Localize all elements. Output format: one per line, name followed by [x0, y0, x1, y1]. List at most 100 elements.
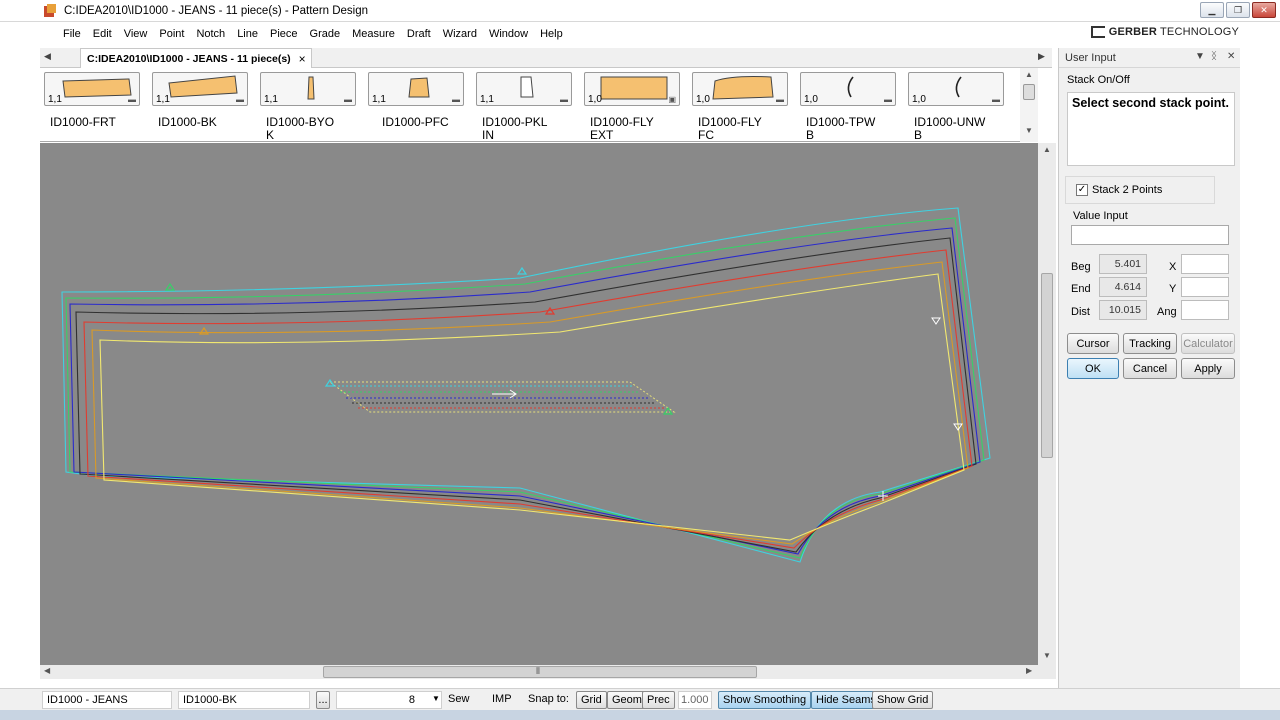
calculator-button[interactable]: Calculator [1181, 333, 1235, 354]
piece-thumbnail[interactable]: 1,1 ▬ [44, 72, 140, 106]
piece-menu-icon[interactable]: ▣ [668, 95, 676, 104]
piece-item[interactable]: 1,0 ▬ ID1000-FLY FC [692, 72, 788, 142]
sew-label[interactable]: Sew [448, 693, 469, 705]
apply-button[interactable]: Apply [1181, 358, 1235, 379]
menu-notch[interactable]: Notch [190, 28, 231, 40]
stack-checkbox[interactable]: ✓ [1076, 184, 1088, 196]
menu-point[interactable]: Point [153, 28, 190, 40]
scroll-down-icon[interactable]: ▼ [1043, 651, 1051, 660]
cancel-button[interactable]: Cancel [1123, 358, 1177, 379]
canvas-vertical-scrollbar[interactable]: ▲ ▼ [1038, 143, 1056, 665]
y-field[interactable] [1181, 277, 1229, 297]
value-input-field[interactable] [1071, 225, 1229, 245]
function-name: Stack On/Off [1067, 74, 1130, 86]
document-tab-strip: ◀ C:IDEA2010\ID1000 - JEANS - 11 piece(s… [40, 48, 1052, 68]
piece-thumbnail[interactable]: 1,1 ▬ [476, 72, 572, 106]
menu-view[interactable]: View [118, 28, 154, 40]
show-grid-button[interactable]: Show Grid [872, 691, 934, 709]
tab-scroll-right-icon[interactable]: ▶ [1038, 51, 1045, 62]
ok-button[interactable]: OK [1067, 358, 1119, 379]
menu-piece[interactable]: Piece [264, 28, 304, 40]
scroll-up-icon[interactable]: ▲ [1025, 70, 1033, 79]
menu-draft[interactable]: Draft [401, 28, 437, 40]
menu-line[interactable]: Line [231, 28, 264, 40]
piece-thumbnail[interactable]: 1,1 ▬ [260, 72, 356, 106]
menu-wizard[interactable]: Wizard [437, 28, 483, 40]
piece-count: 1,1 [48, 94, 62, 105]
browse-button[interactable]: ... [316, 691, 330, 709]
piece-label: ID1000-FLY EXT [590, 115, 654, 142]
piece-menu-icon[interactable]: ▬ [344, 95, 352, 104]
graded-pattern-drawing[interactable] [40, 143, 1038, 665]
stack-option[interactable]: ✓ Stack 2 Points [1065, 176, 1215, 204]
snap-prec-button[interactable]: Prec [642, 691, 675, 709]
piece-thumbnail[interactable]: 1,0 ▬ [800, 72, 896, 106]
menu-edit[interactable]: Edit [87, 28, 118, 40]
units-label[interactable]: IMP [492, 693, 512, 705]
piece-menu-icon[interactable]: ▬ [128, 95, 136, 104]
palette-scroll-thumb[interactable] [1023, 84, 1035, 100]
x-field[interactable] [1181, 254, 1229, 274]
menu-window[interactable]: Window [483, 28, 534, 40]
piece-menu-icon[interactable]: ▬ [236, 95, 244, 104]
scroll-left-icon[interactable]: ◀ [44, 666, 50, 675]
show-smoothing-button[interactable]: Show Smoothing [718, 691, 812, 709]
piece-menu-icon[interactable]: ▬ [560, 95, 568, 104]
menu-grade[interactable]: Grade [304, 28, 347, 40]
minimize-icon[interactable]: ▁ [1200, 2, 1224, 18]
piece-menu-icon[interactable]: ▬ [884, 95, 892, 104]
prompt-box: Select second stack point. [1067, 92, 1235, 166]
tracking-button[interactable]: Tracking [1123, 333, 1177, 354]
scroll-down-icon[interactable]: ▼ [1025, 126, 1033, 135]
canvas-vscroll-thumb[interactable] [1041, 273, 1053, 458]
piece-thumbnail[interactable]: 1,1 ▬ [368, 72, 464, 106]
menu-help[interactable]: Help [534, 28, 569, 40]
scroll-right-icon[interactable]: ▶ [1026, 666, 1032, 675]
snap-geom-button[interactable]: Geom [607, 691, 647, 709]
document-tab[interactable]: C:IDEA2010\ID1000 - JEANS - 11 piece(s) … [80, 48, 312, 68]
piece-thumbnail[interactable]: 1,0 ▬ [692, 72, 788, 106]
piece-item[interactable]: 1,0 ▬ ID1000-TPW B [800, 72, 896, 142]
canvas-hscroll-thumb[interactable]: ⦀ [323, 666, 757, 678]
panel-close-icon[interactable]: ✕ [1227, 51, 1235, 62]
precision-value[interactable]: 1.000 [678, 691, 712, 709]
piece-item[interactable]: 1,1 ▬ ID1000-BK [152, 72, 248, 138]
hide-seams-button[interactable]: Hide Seams [811, 691, 881, 709]
menu-measure[interactable]: Measure [346, 28, 401, 40]
menu-file[interactable]: File [57, 28, 87, 40]
piece-item[interactable]: 1,1 ▬ ID1000-FRT [44, 72, 140, 138]
tab-close-icon[interactable]: × [299, 52, 306, 66]
pattern-canvas[interactable] [40, 143, 1038, 665]
piece-menu-icon[interactable]: ▬ [776, 95, 784, 104]
piece-item[interactable]: 1,0 ▣ ID1000-FLY EXT [584, 72, 680, 142]
desktop-margin [1240, 48, 1280, 720]
end-value: 4.614 [1099, 277, 1147, 297]
chevron-down-icon[interactable]: ▼ [432, 694, 440, 703]
piece-thumbnail[interactable]: 1,1 ▬ [152, 72, 248, 106]
palette-scrollbar[interactable]: ▲ ▼ [1020, 68, 1038, 142]
piece-item[interactable]: 1,1 ▬ ID1000-PFC [368, 72, 464, 138]
piece-count: 1,0 [804, 94, 818, 105]
menu-bar: File Edit View Point Notch Line Piece Gr… [0, 22, 1280, 46]
cursor-button[interactable]: Cursor [1067, 333, 1119, 354]
piece-menu-icon[interactable]: ▬ [452, 95, 460, 104]
snap-grid-button[interactable]: Grid [576, 691, 607, 709]
piece-item[interactable]: 1,0 ▬ ID1000-UNW B [908, 72, 1004, 142]
brand-logo: GERBER TECHNOLOGY [1090, 26, 1239, 38]
canvas-horizontal-scrollbar[interactable]: ◀ ⦀ ▶ [40, 665, 1056, 679]
scroll-up-icon[interactable]: ▲ [1043, 145, 1051, 154]
close-icon[interactable]: ✕ [1252, 2, 1276, 18]
size-select[interactable]: 8 [336, 691, 442, 709]
piece-thumbnail[interactable]: 1,0 ▣ [584, 72, 680, 106]
brand-name: GERBER [1108, 26, 1157, 38]
tab-scroll-left-icon[interactable]: ◀ [44, 51, 51, 62]
piece-thumbnail[interactable]: 1,0 ▬ [908, 72, 1004, 106]
piece-item[interactable]: 1,1 ▬ ID1000-PKL IN [476, 72, 572, 142]
pin-icon[interactable]: ᛝ [1211, 51, 1217, 62]
piece-menu-icon[interactable]: ▬ [992, 95, 1000, 104]
piece-item[interactable]: 1,1 ▬ ID1000-BYO K [260, 72, 356, 142]
piece-label: ID1000-FRT [50, 115, 116, 129]
panel-dropdown-icon[interactable]: ▼ [1195, 51, 1205, 62]
ang-field[interactable] [1181, 300, 1229, 320]
maximize-icon[interactable]: ❐ [1226, 2, 1250, 18]
